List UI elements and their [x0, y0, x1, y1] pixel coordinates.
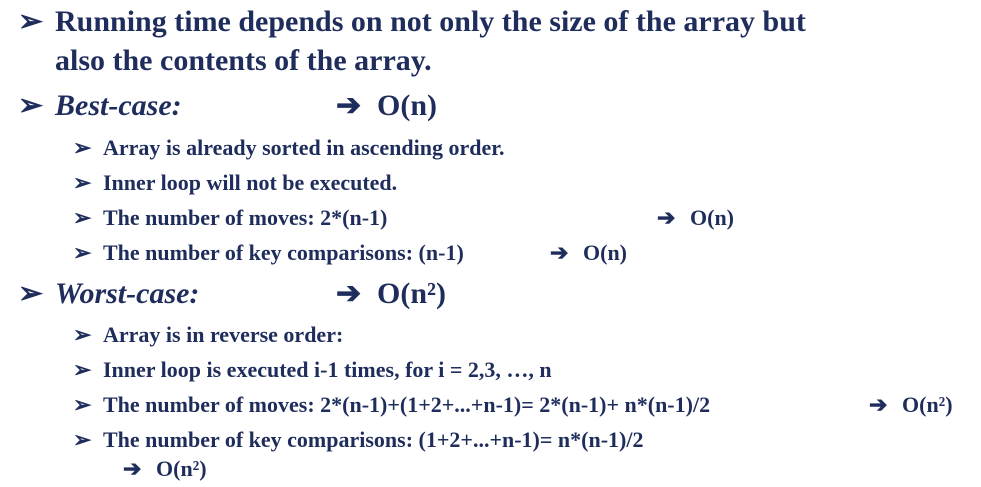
arrow-right-icon: ➔: [869, 392, 888, 417]
best-case-item: The number of key comparisons: (n-1): [103, 240, 464, 265]
arrow-right-icon: ➔: [657, 205, 676, 230]
worst-case-complexity: O(n²): [377, 277, 446, 310]
worst-case-item-result: O(n²): [902, 392, 953, 417]
intro-line-1: Running time depends on not only the siz…: [55, 5, 806, 38]
best-case-item-result: O(n): [583, 240, 627, 265]
best-case-item: The number of moves: 2*(n-1): [103, 205, 388, 230]
sub-bullet-icon: ➢: [73, 170, 92, 195]
best-case-item-result: O(n): [690, 205, 734, 230]
arrow-right-icon: ➔: [123, 456, 142, 481]
bullet-icon: ➢: [18, 277, 44, 310]
best-case-label: Best-case:: [55, 89, 182, 122]
arrow-right-icon: ➔: [336, 277, 362, 310]
sub-bullet-icon: ➢: [73, 322, 92, 347]
sub-bullet-icon: ➢: [73, 135, 92, 160]
worst-case-item: Inner loop is executed i-1 times, for i …: [103, 357, 552, 382]
best-case-item: Array is already sorted in ascending ord…: [103, 135, 505, 160]
worst-case-item: The number of key comparisons: (1+2+...+…: [103, 427, 644, 452]
sub-bullet-icon: ➢: [73, 392, 92, 417]
worst-case-item-result: O(n²): [156, 456, 207, 481]
worst-case-label: Worst-case:: [55, 277, 200, 310]
arrow-right-icon: ➔: [550, 240, 569, 265]
sub-bullet-icon: ➢: [73, 240, 92, 265]
intro-line-2: also the contents of the array.: [55, 44, 432, 77]
worst-case-item: Array is in reverse order:: [103, 322, 344, 347]
best-case-complexity: O(n): [377, 89, 437, 122]
sub-bullet-icon: ➢: [73, 357, 92, 382]
best-case-item: Inner loop will not be executed.: [103, 170, 398, 195]
bullet-icon: ➢: [18, 89, 44, 122]
arrow-right-icon: ➔: [336, 89, 362, 122]
worst-case-item: The number of moves: 2*(n-1)+(1+2+...+n-…: [103, 392, 711, 417]
bullet-icon: ➢: [18, 5, 44, 38]
sub-bullet-icon: ➢: [73, 427, 92, 452]
sub-bullet-icon: ➢: [73, 205, 92, 230]
